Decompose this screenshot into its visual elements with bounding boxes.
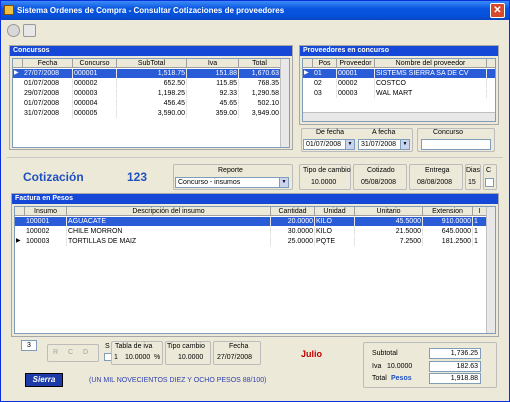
dias-value: 15 [468,179,476,186]
concursos-title: Concursos [10,46,292,56]
tabla-iva-value: 10.0000 [125,354,151,361]
table-row[interactable]: 01/07/2008 000002 652.50 115.85 768.35 [13,79,289,88]
table-row[interactable]: ▶ 27/07/2008 000001 1,518.75 151.88 1,67… [13,69,289,78]
list-item[interactable]: 02 00002 COSTCO [303,79,495,88]
mes-label: Julio [301,349,323,359]
importe-letra: (UN MIL NOVECIENTOS DIEZ Y OCHO PESOS 88… [89,377,267,384]
concursos-grid[interactable]: Fecha Concurso SubTotal Iva Total ▶ 27/0… [12,58,290,148]
concurso-filter-input[interactable] [421,139,491,150]
col-subtotal[interactable]: SubTotal [117,59,187,68]
print-icon[interactable] [23,24,36,37]
row-indicator-icon: ▶ [304,70,309,76]
col-unitario[interactable]: Unitario [355,207,423,216]
dias-label: Dias [466,167,481,174]
cotizacion-number: 123 [127,170,148,184]
tipo-cambio-footer-value: 10.0000 [178,354,204,361]
table-row[interactable]: 29/07/2008 000003 1,198.25 92.33 1,290.5… [13,89,289,98]
col-descripcion[interactable]: Descripción del insumo [67,207,271,216]
col-iva[interactable]: Iva [187,59,239,68]
moneda-label: Pesos [391,375,412,382]
iva-label: Iva [372,363,382,370]
cotizado-label: Cotizado [367,167,395,174]
entrega-value: 08/08/2008 [417,179,453,186]
table-row[interactable]: 100002 CHILE MORRON 30.0000 KILO 21.5000… [15,227,495,236]
tipo-cambio-value: 10.0000 [311,179,337,186]
concurso-filter-label: Concurso [433,129,463,136]
col-nombre[interactable]: Nombre del proveedor [375,59,487,68]
title-bar[interactable]: Sistema Ordenes de Compra - Consultar Co… [1,1,509,20]
proveedores-panel: Proveedores en concurso Pos Proveedor No… [299,45,499,125]
fecha-footer-value: 27/07/2008 [217,354,253,361]
app-icon [4,5,14,15]
cotizacion-label: Cotización [23,170,84,184]
de-fecha-picker[interactable]: 01/07/2008 ▼ [303,139,355,150]
radio-r[interactable]: R [53,349,58,356]
table-row[interactable]: 100001 AGUACATE 20.0000 KILO 45.5000 910… [15,217,495,226]
a-fecha-label: A fecha [372,129,396,136]
table-row[interactable]: 01/07/2008 000004 456.45 45.65 502.10 [13,99,289,108]
factura-header: Insumo Descripción del insumo Cantidad U… [15,207,495,216]
sierra-logo: Sierra [25,373,63,387]
proveedores-hscroll[interactable] [303,112,495,121]
concursos-header: Fecha Concurso SubTotal Iva Total [13,59,289,68]
window-title: Sistema Ordenes de Compra - Consultar Co… [17,6,285,15]
iva-rate: 10.0000 [387,363,413,370]
c-checkbox[interactable] [485,178,494,187]
concursos-scrollbar[interactable] [280,59,289,147]
proveedores-title: Proveedores en concurso [300,46,498,56]
subtotal-label: Subtotal [372,350,398,357]
list-item[interactable]: ▶ 01 00001 SISTEMS SIERRA SA DE CV [303,69,495,78]
factura-panel: Factura en Pesos Insumo Descripción del … [11,193,499,337]
entrega-label: Entrega [425,167,450,174]
col-cantidad[interactable]: Cantidad [271,207,315,216]
total-label: Total [372,375,387,382]
col-fecha[interactable]: Fecha [23,59,73,68]
table-row[interactable]: ▶ 100003 TORTILLAS DE MAIZ 25.0000 PQTE … [15,237,495,246]
total-value: 1,918.88 [429,373,481,384]
col-i[interactable]: I [473,207,487,216]
col-extension[interactable]: Extension [423,207,473,216]
radio-d[interactable]: D [83,349,88,356]
chevron-down-icon[interactable]: ▼ [400,140,409,149]
pct-label: % [154,354,161,361]
reporte-label: Reporte [218,167,243,174]
col-pos[interactable]: Pos [313,59,337,68]
s-label: S [105,343,110,350]
de-fecha-label: De fecha [316,129,345,136]
tabla-iva-num: 1 [114,354,118,361]
list-item[interactable]: 03 00003 WAL MART [303,89,495,98]
proveedores-grid[interactable]: Pos Proveedor Nombre del proveedor ▶ 01 … [302,58,496,122]
tipo-cambio-footer-label: Tipo cambio [167,343,205,350]
row-count: 3 [21,340,37,351]
row-indicator-icon: ▶ [16,238,21,244]
chevron-down-icon[interactable]: ▼ [279,178,288,187]
close-button[interactable]: ✕ [490,3,505,18]
chevron-down-icon[interactable]: ▼ [345,140,354,149]
radio-c[interactable]: C [68,349,73,356]
a-fecha-picker[interactable]: 31/07/2008 ▼ [358,139,410,150]
col-total[interactable]: Total [239,59,281,68]
reporte-select[interactable]: Concurso - insumos ▼ [175,177,289,188]
table-row[interactable]: 31/07/2008 000005 3,590.00 359.00 3,949.… [13,109,289,118]
divider [7,157,503,158]
stop-icon[interactable] [7,24,20,37]
col-insumo[interactable]: Insumo [25,207,67,216]
tipo-cambio-label: Tipo de cambio [303,167,351,174]
main-window: Sistema Ordenes de Compra - Consultar Co… [0,0,510,402]
tabla-iva-label: Tabla de iva [115,343,153,350]
cotizado-value: 05/08/2008 [361,179,397,186]
proveedores-header: Pos Proveedor Nombre del proveedor [303,59,495,68]
concursos-panel: Concursos Fecha Concurso SubTotal Iva To… [9,45,293,150]
iva-value: 182.63 [429,361,481,372]
row-indicator-icon: ▶ [14,70,19,76]
col-concurso[interactable]: Concurso [73,59,117,68]
c-label: C [486,167,492,174]
factura-title: Factura en Pesos [12,194,498,204]
factura-grid[interactable]: Insumo Descripción del insumo Cantidad U… [14,206,496,334]
subtotal-value: 1,736.25 [429,348,481,359]
fecha-footer-label: Fecha [229,343,249,350]
col-unidad[interactable]: Unidad [315,207,355,216]
factura-scrollbar[interactable] [486,207,495,333]
col-proveedor[interactable]: Proveedor [337,59,375,68]
